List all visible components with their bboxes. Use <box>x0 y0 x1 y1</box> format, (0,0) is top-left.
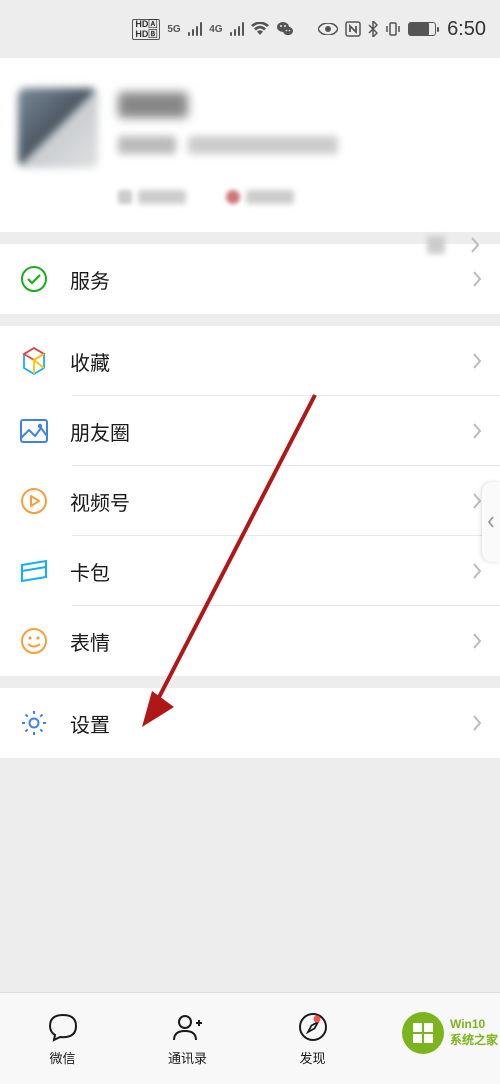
menu-settings[interactable]: 设置 <box>0 688 500 758</box>
profile-meta-1[interactable] <box>118 190 186 204</box>
chevron-right-icon <box>472 422 482 440</box>
chevron-right-icon <box>472 632 482 650</box>
moments-icon <box>18 415 50 447</box>
watermark: Win10系统之家 <box>400 1010 500 1056</box>
network-5g: 5G <box>167 24 180 35</box>
menu-label: 表情 <box>70 627 452 656</box>
hd-indicator: HD🄰HD🄱 <box>132 19 160 40</box>
watermark-line1: Win10 <box>450 1017 498 1033</box>
menu-label: 朋友圈 <box>70 417 452 446</box>
menu-label: 设置 <box>70 709 452 738</box>
menu-favorites[interactable]: 收藏 <box>0 326 500 396</box>
menu-label: 视频号 <box>70 487 452 516</box>
menu-services[interactable]: 服务 <box>0 244 500 314</box>
profile-header[interactable] <box>0 58 500 232</box>
discover-icon <box>297 1010 329 1044</box>
wechat-status-icon <box>276 21 294 37</box>
status-time: 6:50 <box>447 18 486 41</box>
chevron-right-icon <box>472 492 482 510</box>
channels-icon <box>18 485 50 517</box>
nav-label: 发现 <box>299 1048 325 1067</box>
settings-icon <box>18 707 50 739</box>
menu-cards[interactable]: 卡包 <box>0 536 500 606</box>
profile-id-label <box>118 136 176 154</box>
chevron-right-icon <box>472 562 482 580</box>
nav-label: 通讯录 <box>168 1048 207 1067</box>
menu-channels[interactable]: 视频号 <box>0 466 500 536</box>
avatar[interactable] <box>18 88 98 168</box>
stickers-icon <box>18 625 50 657</box>
nav-contacts[interactable]: 通讯录 <box>125 993 250 1084</box>
bottom-nav: 微信 通讯录 发现 Win10系统之家 <box>0 992 500 1084</box>
nav-chat[interactable]: 微信 <box>0 993 125 1084</box>
chevron-right-icon <box>472 714 482 732</box>
favorites-icon <box>18 345 50 377</box>
watermark-line2: 系统之家 <box>450 1033 498 1049</box>
signal-1 <box>188 22 203 36</box>
menu-label: 收藏 <box>70 347 452 376</box>
menu-moments[interactable]: 朋友圈 <box>0 396 500 466</box>
nav-discover[interactable]: 发现 <box>250 993 375 1084</box>
menu-stickers[interactable]: 表情 <box>0 606 500 676</box>
wifi-icon <box>251 22 269 36</box>
battery-icon <box>408 22 436 36</box>
profile-name <box>118 92 188 118</box>
side-handle[interactable] <box>482 482 500 562</box>
menu-label: 卡包 <box>70 557 452 586</box>
chevron-right-icon <box>472 270 482 288</box>
signal-2 <box>230 22 245 36</box>
status-icons: HD🄰HD🄱 5G 4G 6:50 <box>132 18 486 41</box>
bluetooth-icon <box>368 21 378 37</box>
profile-id-value <box>188 136 338 154</box>
nfc-icon <box>345 21 361 37</box>
vibrate-icon <box>385 21 401 37</box>
cards-icon <box>18 555 50 587</box>
menu-label: 服务 <box>70 265 452 294</box>
network-4g: 4G <box>209 24 222 35</box>
eye-icon <box>318 23 338 35</box>
status-bar: HD🄰HD🄱 5G 4G 6:50 <box>0 0 500 58</box>
nav-me[interactable]: Win10系统之家 <box>375 993 500 1084</box>
profile-meta-2[interactable] <box>226 190 294 204</box>
chevron-right-icon <box>472 352 482 370</box>
nav-label: 微信 <box>49 1048 75 1067</box>
services-icon <box>18 263 50 295</box>
chat-icon <box>46 1010 80 1044</box>
contacts-icon <box>171 1010 205 1044</box>
windows-icon <box>402 1012 444 1054</box>
